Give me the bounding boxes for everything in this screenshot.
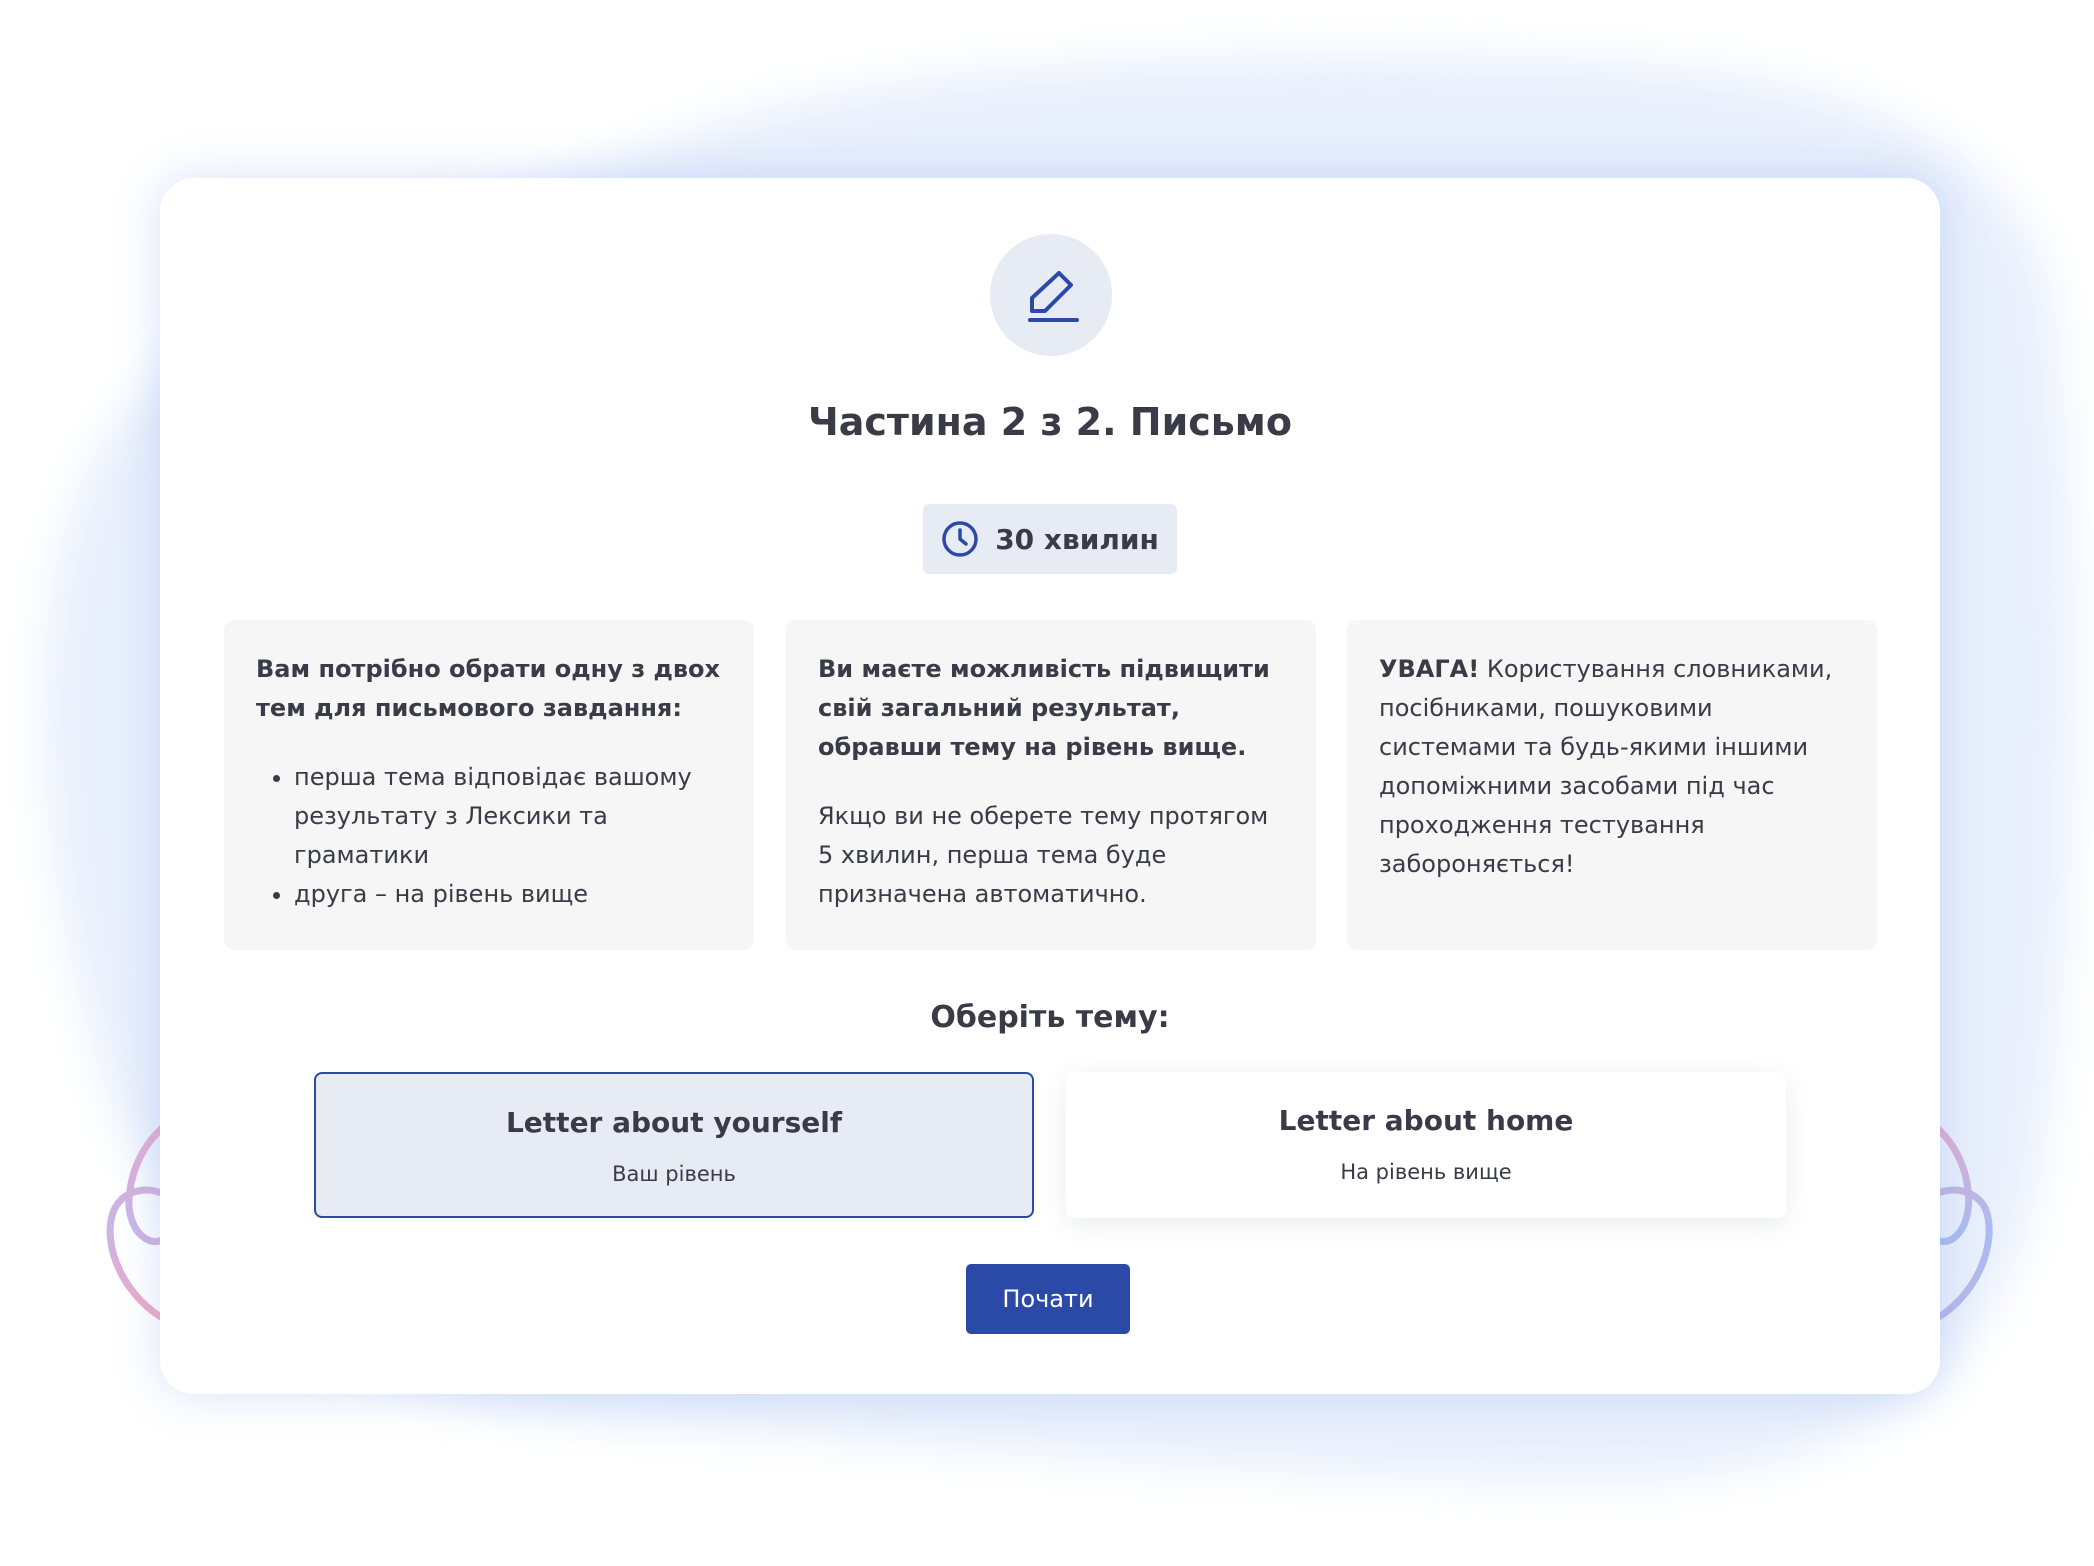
topic-option-subtitle: Ваш рівень [612,1162,736,1186]
topic-option-home[interactable]: Letter about home На рівень вище [1066,1072,1786,1218]
info-heading: Ви маєте можливість підвищити свій загал… [818,655,1270,761]
info-box-warning: УВАГА! Користування словниками, посібник… [1347,620,1877,950]
writing-part-card: Частина 2 з 2. Письмо 30 хвилин Вам потр… [160,178,1940,1394]
topic-option-yourself[interactable]: Letter about yourself Ваш рівень [314,1072,1034,1218]
choose-topic-title: Оберіть тему: [930,1000,1170,1035]
warning-text-block: УВАГА! Користування словниками, посібник… [1379,650,1849,884]
info-box-upgrade: Ви маєте можливість підвищити свій загал… [786,620,1316,950]
info-heading: Вам потрібно обрати одну з двох тем для … [256,655,721,722]
clock-icon [942,521,978,557]
duration-label: 30 хвилин [995,522,1159,556]
list-item: друга – на рівень вище [294,875,726,914]
list-item: перша тема відповідає вашому результату … [294,758,726,875]
warning-label: УВАГА! [1379,655,1480,683]
topic-option-title: Letter about yourself [505,1106,843,1139]
warning-text: Користування словниками, посібниками, по… [1379,655,1833,878]
info-text: Якщо ви не оберете тему протягом 5 хвили… [818,802,1269,908]
topic-option-subtitle: На рівень вище [1340,1160,1512,1184]
info-box-topics: Вам потрібно обрати одну з двох тем для … [224,620,754,950]
duration-badge: 30 хвилин [923,504,1177,574]
start-button[interactable]: Почати [966,1264,1130,1334]
page-title: Частина 2 з 2. Письмо [808,400,1292,444]
topic-option-title: Letter about home [1278,1104,1574,1137]
topic-rules-list: перша тема відповідає вашому результату … [256,758,726,914]
pencil-edit-icon [990,234,1112,356]
